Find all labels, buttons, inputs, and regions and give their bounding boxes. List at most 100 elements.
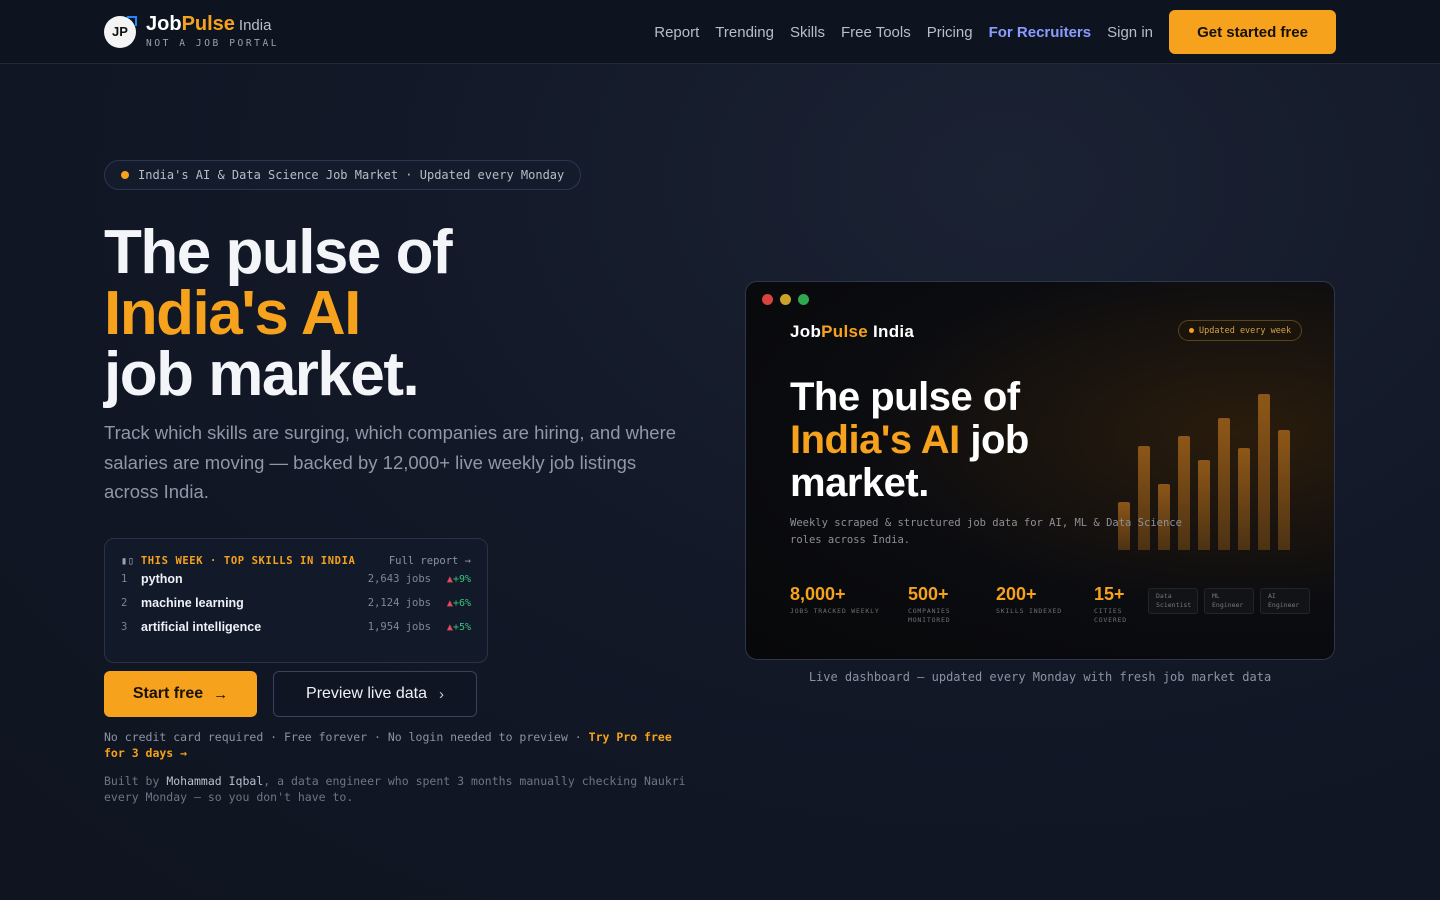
skill-change: ▲+9% xyxy=(431,574,471,585)
bar-chart-icon: ▮▯ xyxy=(121,555,135,567)
preview-logo-pulse: Pulse xyxy=(821,322,868,341)
skill-change-value: +9% xyxy=(452,573,471,585)
close-dot-icon xyxy=(762,294,773,305)
dashboard-preview: JobPulse India Updated every week The pu… xyxy=(745,281,1335,660)
skill-name: machine learning xyxy=(141,596,244,610)
preview-title-line1: The pulse of xyxy=(790,375,1020,419)
role-tag: AI Engineer xyxy=(1260,588,1310,614)
preview-caption: Live dashboard — updated every Monday wi… xyxy=(808,670,1272,684)
top-skills-card: ▮▯ THIS WEEK · TOP SKILLS IN INDIA Full r… xyxy=(104,538,488,663)
brand-pulse: Pulse xyxy=(181,13,235,35)
stat-number: 200+ xyxy=(996,584,1037,604)
preview-stat: 200+ SKILLS INDEXED xyxy=(996,584,1066,625)
preview-live-data-button[interactable]: Preview live data › xyxy=(273,671,477,717)
full-report-link[interactable]: Full report → xyxy=(389,555,471,567)
preview-bar-icon xyxy=(1278,430,1290,550)
stat-label: SKILLS INDEXED xyxy=(996,607,1062,615)
preview-role-tags: Data Scientist ML Engineer AI Engineer xyxy=(1148,588,1316,614)
hero-title: The pulse of India's AI job market. xyxy=(104,218,453,409)
get-started-button[interactable]: Get started free xyxy=(1169,10,1336,54)
stat-number: 15+ xyxy=(1094,584,1125,604)
preview-description: Weekly scraped & structured job data for… xyxy=(790,517,1182,546)
badge-dot-icon xyxy=(1189,328,1194,333)
skill-rank: 3 xyxy=(121,621,128,633)
nav-link-report[interactable]: Report xyxy=(654,24,699,41)
preview-stat: 500+ COMPANIES MONITORED xyxy=(908,584,968,625)
top-navbar: JP JobPulse India NOT A JOB PORTAL Report… xyxy=(0,0,1440,64)
preview-badge: Updated every week xyxy=(1178,320,1303,341)
pill-dot-icon xyxy=(121,171,129,179)
nav-link-skills[interactable]: Skills xyxy=(790,24,825,41)
preview-bar-icon xyxy=(1218,418,1230,550)
skill-rank: 1 xyxy=(121,573,128,585)
preview-title-line3: market. xyxy=(790,461,929,505)
start-free-button[interactable]: Start free → xyxy=(104,671,257,717)
preview-live-data-label: Preview live data xyxy=(306,685,427,702)
stat-label: COMPANIES MONITORED xyxy=(908,607,951,624)
skill-change-value: +6% xyxy=(452,597,471,609)
role-tag: Data Scientist xyxy=(1148,588,1198,614)
built-by: Built by Mohammad Iqbal, a data engineer… xyxy=(104,773,704,805)
start-free-label: Start free xyxy=(132,685,204,702)
maximize-dot-icon xyxy=(798,294,809,305)
nav-link-signin[interactable]: Sign in xyxy=(1107,24,1153,41)
brand-tagline: NOT A JOB PORTAL xyxy=(146,38,280,49)
hero-subtitle: Track which skills are surging, which co… xyxy=(104,422,677,502)
preview-title-line2-rest: job xyxy=(959,418,1029,462)
market-pill: India's AI & Data Science Job Market · U… xyxy=(104,160,582,190)
nav-link-pricing[interactable]: Pricing xyxy=(927,24,973,41)
brand-job: Job xyxy=(146,13,182,35)
preview-badge-text: Updated every week xyxy=(1199,325,1292,336)
role-tag: ML Engineer xyxy=(1204,588,1254,614)
preview-stat: 8,000+ JOBS TRACKED WEEKLY xyxy=(790,584,880,625)
preview-logo-rest: India xyxy=(867,322,915,341)
preview-bar-icon xyxy=(1258,394,1270,550)
logo-mark-text: JP xyxy=(112,24,128,39)
skill-row[interactable]: 1 python 2,643 jobs ▲+9% xyxy=(121,567,471,591)
nav-link-trending[interactable]: Trending xyxy=(715,24,774,41)
nav-links: Report Trending Skills Free Tools Pricin… xyxy=(654,10,1336,54)
preview-logo: JobPulse India xyxy=(790,322,914,342)
skill-change: ▲+6% xyxy=(431,598,471,609)
nav-link-recruiters[interactable]: For Recruiters xyxy=(989,24,1092,41)
arrow-right-icon: → xyxy=(213,685,229,703)
preview-bar-icon xyxy=(1238,448,1250,550)
skill-row[interactable]: 3 artificial intelligence 1,954 jobs ▲+5… xyxy=(121,615,471,639)
skill-jobs: 2,643 jobs xyxy=(367,573,431,585)
stat-number: 8,000+ xyxy=(790,584,846,604)
preview-stat: 15+ CITIES COVERED xyxy=(1094,584,1130,625)
skill-jobs: 1,954 jobs xyxy=(367,621,431,633)
skill-jobs: 2,124 jobs xyxy=(367,597,431,609)
logo-mark-icon: JP xyxy=(104,15,137,48)
skill-row[interactable]: 2 machine learning 2,124 jobs ▲+6% xyxy=(121,591,471,615)
preview-title-accent: India's AI xyxy=(790,418,960,462)
pill-text: India's AI & Data Science Job Market · U… xyxy=(138,168,565,182)
preview-stats: 8,000+ JOBS TRACKED WEEKLY 500+ COMPANIE… xyxy=(790,584,1158,625)
fineprint: No credit card required · Free forever ·… xyxy=(104,729,696,761)
preview-title: The pulse of India's AI job market. xyxy=(790,376,1029,505)
built-by-prefix: Built by xyxy=(104,774,167,788)
hero-title-line2: India's AI xyxy=(104,279,361,348)
brand-logo[interactable]: JP JobPulse India NOT A JOB PORTAL xyxy=(104,14,279,49)
skill-change-value: +5% xyxy=(452,621,471,633)
chevron-right-icon: › xyxy=(438,685,444,703)
window-controls xyxy=(762,294,816,305)
hero-title-line1: The pulse of xyxy=(104,218,453,287)
preview-logo-job: Job xyxy=(790,322,822,341)
skills-card-title-text: THIS WEEK · TOP SKILLS IN INDIA xyxy=(140,555,356,567)
skill-rank: 2 xyxy=(121,597,128,609)
skill-name: artificial intelligence xyxy=(141,620,262,634)
stat-label: CITIES COVERED xyxy=(1094,607,1127,624)
skills-card-title: ▮▯ THIS WEEK · TOP SKILLS IN INDIA xyxy=(121,555,355,567)
skill-change: ▲+5% xyxy=(431,622,471,633)
fineprint-text: No credit card required · Free forever ·… xyxy=(104,730,589,744)
stat-number: 500+ xyxy=(908,584,949,604)
nav-link-free-tools[interactable]: Free Tools xyxy=(841,24,911,41)
brand-text: JobPulse India NOT A JOB PORTAL xyxy=(146,14,279,49)
skill-name: python xyxy=(141,572,183,586)
stat-label: JOBS TRACKED WEEKLY xyxy=(790,607,880,615)
built-by-author: Mohammad Iqbal xyxy=(166,774,264,788)
hero-title-line3: job market. xyxy=(104,340,420,409)
brand-region: India xyxy=(238,17,272,34)
minimize-dot-icon xyxy=(780,294,791,305)
